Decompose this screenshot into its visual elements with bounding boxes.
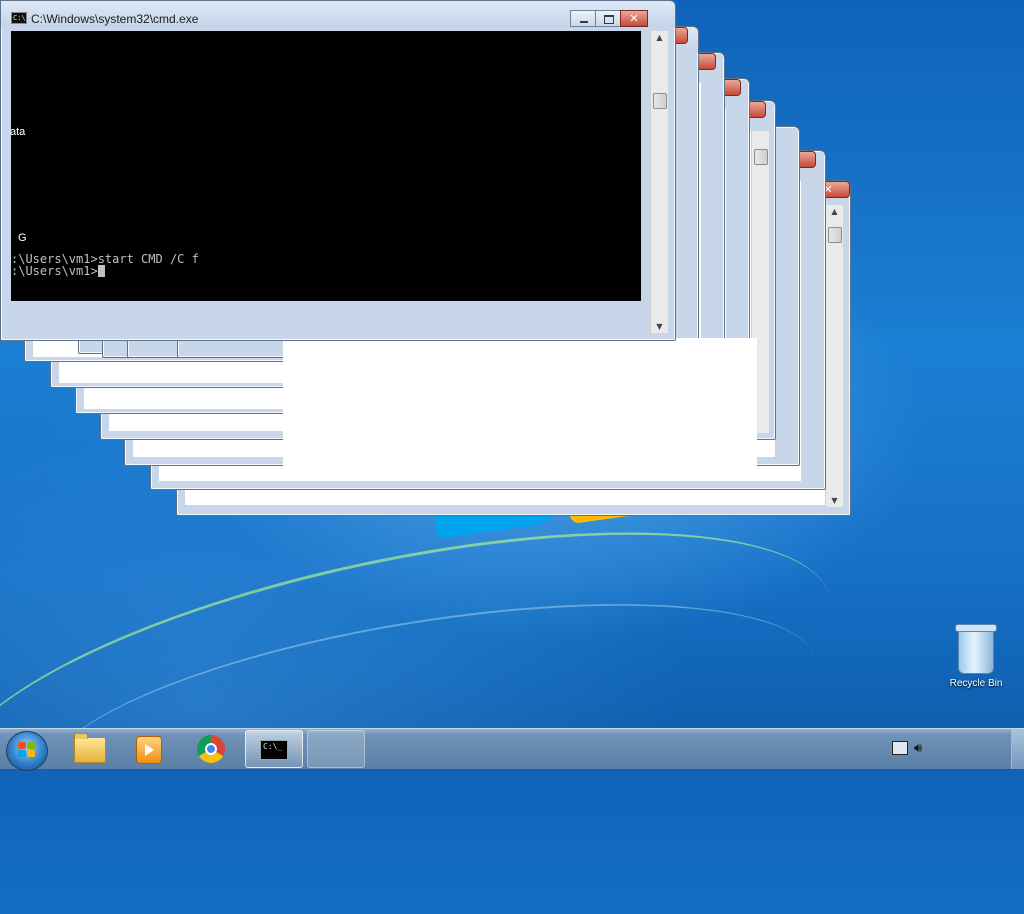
- recycle-bin-label: Recycle Bin: [949, 678, 1003, 689]
- taskbar: C:\_ 🔊︎: [0, 728, 1024, 771]
- cmd-window-front[interactable]: C:\ C:\Windows\system32\cmd.exe ▲ ▼ :\Us…: [0, 0, 676, 341]
- taskbar-cmd-button[interactable]: C:\_: [245, 730, 303, 768]
- show-desktop-button[interactable]: [1011, 729, 1024, 769]
- media-player-icon: [136, 736, 162, 764]
- console-prompt-line: :\Users\vm1>: [11, 265, 105, 277]
- maximize-button[interactable]: [595, 10, 621, 27]
- window-client-white: [283, 338, 757, 470]
- window-title: C:\Windows\system32\cmd.exe: [31, 12, 199, 26]
- cmd-icon: C:\: [11, 12, 27, 24]
- recycle-bin-icon: [955, 624, 997, 674]
- desktop-fragment-ata: ata: [10, 126, 26, 138]
- speaker-icon[interactable]: 🔊︎: [914, 741, 922, 756]
- taskbar-chrome-button[interactable]: [183, 730, 241, 768]
- folder-icon: [74, 733, 106, 763]
- desktop-fragment-g: G: [18, 232, 27, 244]
- recycle-bin[interactable]: Recycle Bin: [945, 624, 1007, 689]
- taskbar-explorer-button[interactable]: [60, 730, 118, 768]
- system-tray: 🔊︎: [886, 741, 936, 757]
- start-button[interactable]: [6, 731, 48, 771]
- taskbar-ghost-button[interactable]: [307, 730, 365, 768]
- chrome-icon: [197, 735, 225, 763]
- minimize-button[interactable]: [570, 10, 596, 27]
- console-line-2: :\Users\vm1>: [11, 264, 98, 278]
- scrollbar[interactable]: ▲ ▼: [650, 31, 668, 333]
- cmd-icon: C:\_: [260, 740, 288, 760]
- windows-orb-icon: [18, 742, 36, 758]
- scrollbar[interactable]: ▲ ▼: [825, 205, 843, 507]
- network-icon[interactable]: [892, 741, 908, 755]
- text-cursor: [97, 265, 105, 277]
- close-button[interactable]: [620, 10, 648, 27]
- taskbar-media-player-button[interactable]: [120, 730, 178, 768]
